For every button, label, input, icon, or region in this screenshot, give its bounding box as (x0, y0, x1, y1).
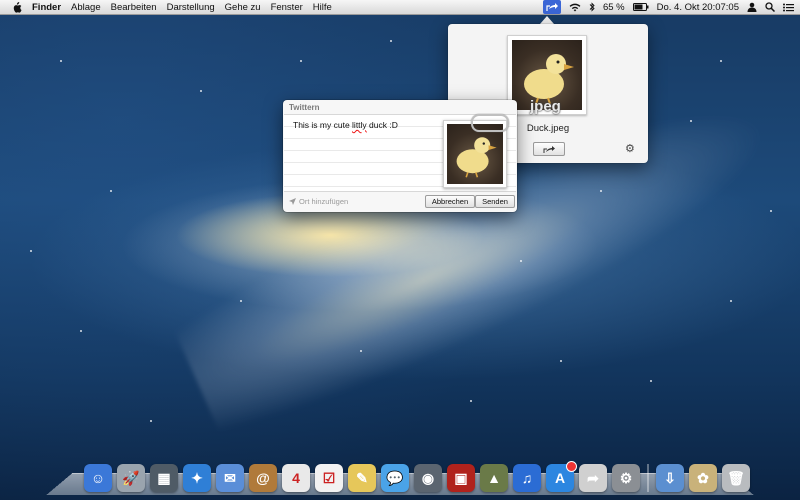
messages-icon[interactable]: 💬 (381, 464, 409, 492)
share-app-icon[interactable]: ➦ (579, 464, 607, 492)
star (520, 260, 522, 262)
wifi-icon[interactable] (569, 3, 581, 12)
menu-darstellung[interactable]: Darstellung (167, 2, 215, 13)
menu-bar: Finder Ablage Bearbeiten Darstellung Geh… (0, 0, 800, 15)
twitter-compose-sheet: Twittern This is my cute littly duck :D … (283, 100, 517, 212)
downloads-folder-icon[interactable]: ⇩ (656, 464, 684, 492)
duck-file-icon[interactable]: ✿ (689, 464, 717, 492)
sheet-title: Twittern (289, 103, 320, 112)
location-label: Ort hinzufügen (299, 197, 349, 206)
system-preferences-icon[interactable]: ⚙ (612, 464, 640, 492)
star (150, 420, 152, 422)
clock[interactable]: Do. 4. Okt 20:07:05 (657, 2, 739, 13)
star (360, 350, 362, 352)
menu-gehe-zu[interactable]: Gehe zu (225, 2, 261, 13)
gear-icon[interactable]: ⚙ (625, 142, 635, 155)
star (560, 360, 562, 362)
menu-ablage[interactable]: Ablage (71, 2, 101, 13)
duck-image (447, 124, 503, 184)
itunes-icon[interactable]: ♫ (513, 464, 541, 492)
notification-badge (566, 461, 577, 472)
battery-icon[interactable] (632, 3, 649, 11)
star (600, 190, 602, 192)
mail-icon[interactable]: ✉ (216, 464, 244, 492)
file-type-label: jpeg (530, 98, 561, 115)
dock-separator (647, 464, 649, 492)
facetime-icon[interactable]: ◉ (414, 464, 442, 492)
star (770, 210, 772, 212)
notes-icon[interactable]: ✎ (348, 464, 376, 492)
photo-booth-icon[interactable]: ▣ (447, 464, 475, 492)
star (30, 250, 32, 252)
bluetooth-icon[interactable] (589, 2, 595, 12)
user-icon[interactable] (747, 2, 757, 12)
location-arrow-icon (289, 198, 296, 205)
cancel-button[interactable]: Abbrechen (425, 195, 475, 208)
apple-menu-icon[interactable] (12, 1, 22, 13)
dock: ☺ 🚀 ▦ ✦ ✉ @4 ☑ ✎ 💬 ◉ ▣ ▲ ♫ A ➦ ⚙ ⇩ ✿ 🗑 (84, 460, 750, 492)
star (650, 380, 652, 382)
share-menu-icon[interactable] (542, 0, 561, 14)
menu-hilfe[interactable]: Hilfe (313, 2, 332, 13)
star (300, 60, 302, 62)
star (470, 400, 472, 402)
popover-arrow (540, 16, 554, 24)
battery-percent[interactable]: 65 % (603, 2, 625, 13)
star (80, 330, 82, 332)
star (690, 120, 692, 122)
mission-control-icon[interactable]: ▦ (150, 464, 178, 492)
calendar-icon[interactable]: 4 (282, 464, 310, 492)
launchpad-icon[interactable]: 🚀 (117, 464, 145, 492)
app-store-icon[interactable]: A (546, 461, 577, 492)
star (240, 300, 242, 302)
star (60, 60, 62, 62)
reminders-icon[interactable]: ☑ (315, 464, 343, 492)
star (730, 300, 732, 302)
send-button[interactable]: Senden (475, 195, 515, 208)
safari-icon[interactable]: ✦ (183, 464, 211, 492)
iphoto-icon[interactable]: ▲ (480, 464, 508, 492)
menu-bearbeiten[interactable]: Bearbeiten (111, 2, 157, 13)
spotlight-search-icon[interactable] (765, 2, 775, 12)
share-arrow-icon (543, 145, 555, 153)
misspelled-word: littly (352, 120, 367, 130)
star (110, 190, 112, 192)
star (720, 60, 722, 62)
contacts-icon[interactable]: @ (249, 464, 277, 492)
paperclip-icon (471, 114, 509, 132)
add-location-button[interactable]: Ort hinzufügen (289, 197, 348, 206)
tweet-text[interactable]: This is my cute littly duck :D (293, 120, 398, 130)
star (390, 40, 392, 42)
trash-icon[interactable]: 🗑 (722, 464, 750, 492)
menu-fenster[interactable]: Fenster (271, 2, 303, 13)
share-button[interactable] (533, 142, 565, 156)
star (200, 90, 202, 92)
finder-icon[interactable]: ☺ (84, 464, 112, 492)
menu-finder[interactable]: Finder (32, 2, 61, 13)
notification-center-icon[interactable] (783, 3, 794, 12)
